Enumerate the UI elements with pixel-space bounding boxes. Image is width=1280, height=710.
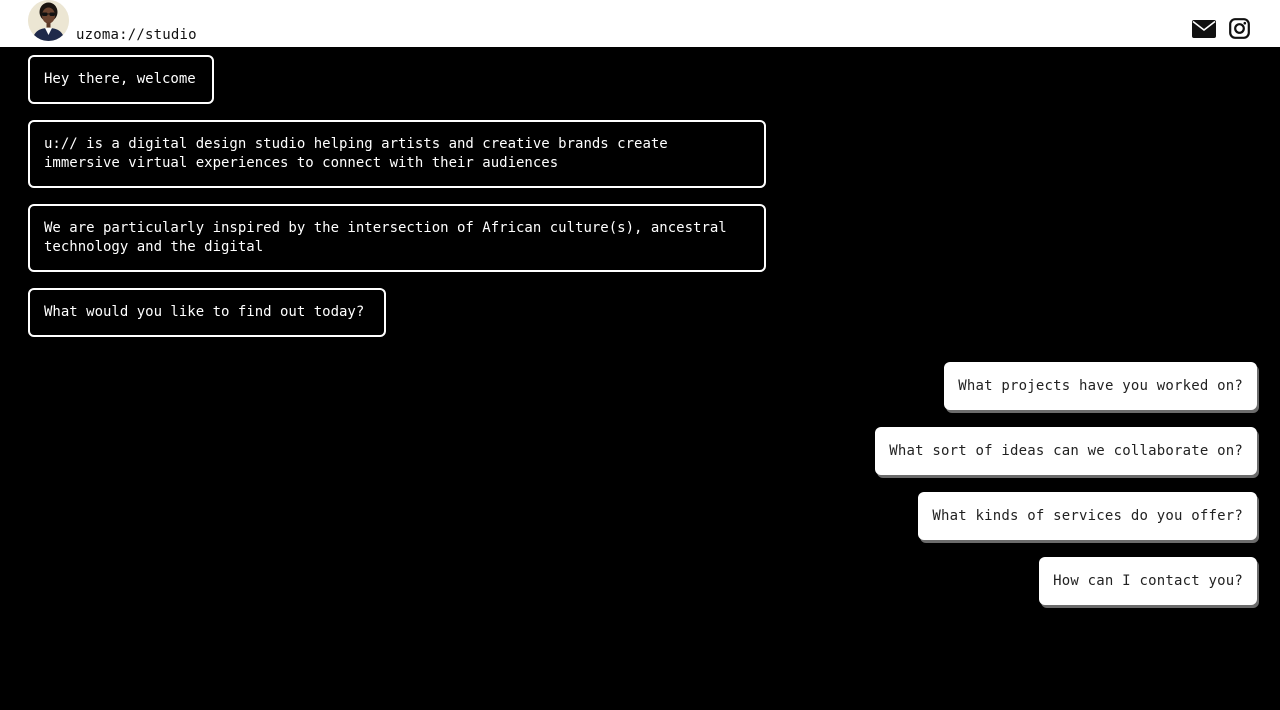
quick-reply-contact[interactable]: How can I contact you? — [1039, 557, 1257, 605]
bot-message: Hey there, welcome — [28, 55, 214, 104]
instagram-icon[interactable] — [1229, 18, 1250, 39]
quick-reply-services[interactable]: What kinds of services do you offer? — [918, 492, 1257, 540]
quick-reply-projects[interactable]: What projects have you worked on? — [944, 362, 1257, 410]
quick-reply-collaborate[interactable]: What sort of ideas can we collaborate on… — [875, 427, 1257, 475]
brand-name[interactable]: uzoma://studio — [76, 26, 197, 44]
mail-icon[interactable] — [1192, 20, 1216, 38]
top-bar: uzoma://studio — [0, 0, 1280, 47]
avatar-illustration — [28, 0, 69, 41]
bot-message: u:// is a digital design studio helping … — [28, 120, 766, 188]
avatar[interactable] — [28, 0, 69, 41]
bot-message: We are particularly inspired by the inte… — [28, 204, 766, 272]
bot-message: What would you like to find out today? — [28, 288, 386, 337]
